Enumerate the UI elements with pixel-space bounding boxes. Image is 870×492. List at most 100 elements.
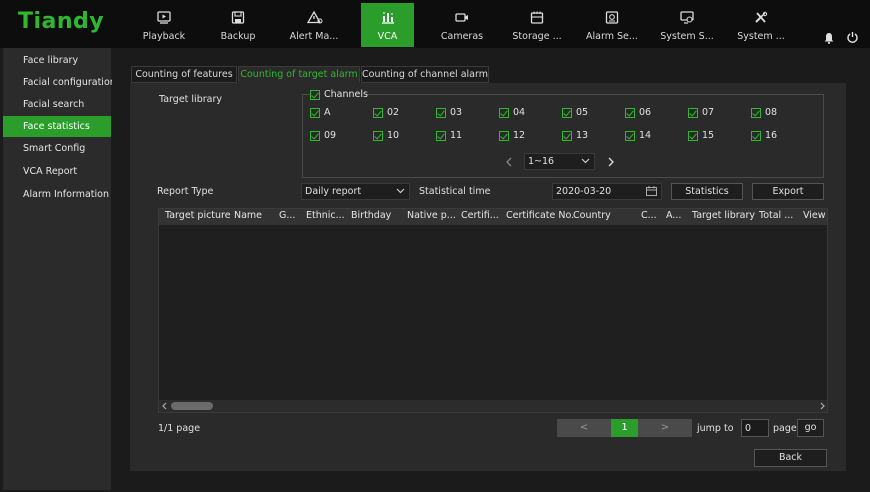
channel-checkbox[interactable] xyxy=(562,108,572,118)
power-icon[interactable] xyxy=(846,31,859,44)
channel-checkbox[interactable] xyxy=(310,108,320,118)
vca-chart-icon xyxy=(382,12,394,24)
channel-checkbox[interactable] xyxy=(562,131,572,141)
sidebar-item-vca-report[interactable]: VCA Report xyxy=(3,161,111,182)
channel-09-option[interactable]: 09 xyxy=(310,130,360,142)
horizontal-scrollbar[interactable] xyxy=(159,400,827,412)
channel-page-select[interactable]: 1~16 xyxy=(524,153,595,170)
channel-16-option[interactable]: 16 xyxy=(751,130,801,142)
channel-a-option[interactable]: A xyxy=(310,107,360,119)
column-header[interactable]: Name xyxy=(234,210,262,221)
column-header[interactable]: Native p... xyxy=(407,210,456,221)
channel-checkbox[interactable] xyxy=(625,108,635,118)
channel-02-option[interactable]: 02 xyxy=(373,107,423,119)
statistics-button[interactable]: Statistics xyxy=(671,183,743,200)
channel-page-next-icon[interactable] xyxy=(607,157,615,167)
channel-08-option[interactable]: 08 xyxy=(751,107,801,119)
tiandy-logo: Tiandy xyxy=(18,9,105,34)
nav-cameras[interactable]: Cameras xyxy=(425,3,499,47)
sidebar-item-facial-search[interactable]: Facial search xyxy=(3,94,111,115)
column-header[interactable]: Birthday xyxy=(351,210,391,221)
channel-checkbox[interactable] xyxy=(688,131,698,141)
channel-checkbox[interactable] xyxy=(688,108,698,118)
scroll-right-icon[interactable] xyxy=(819,402,826,410)
column-header[interactable]: Target library xyxy=(692,210,755,221)
prev-page-button[interactable]: < xyxy=(557,419,611,437)
channel-page-prev-icon[interactable] xyxy=(505,157,513,167)
nav-playback[interactable]: Playback xyxy=(127,3,201,47)
channel-checkbox[interactable] xyxy=(436,131,446,141)
go-button[interactable]: go xyxy=(797,419,824,437)
nav-system-maintenance[interactable]: System ... xyxy=(724,3,798,47)
export-button[interactable]: Export xyxy=(752,183,824,200)
channel-04-option[interactable]: 04 xyxy=(499,107,549,119)
channel-checkbox[interactable] xyxy=(310,131,320,141)
target-library-label: Target library xyxy=(159,94,222,105)
channel-13-option[interactable]: 13 xyxy=(562,130,612,142)
column-header[interactable]: G... xyxy=(279,210,295,221)
channel-14-option[interactable]: 14 xyxy=(625,130,675,142)
channel-15-option[interactable]: 15 xyxy=(688,130,738,142)
jump-page-input[interactable] xyxy=(741,419,769,437)
sidebar-item-face-library[interactable]: Face library xyxy=(3,50,111,71)
bell-icon[interactable] xyxy=(823,32,835,44)
channels-checkbox[interactable] xyxy=(310,90,320,100)
channel-11-option[interactable]: 11 xyxy=(436,130,486,142)
channel-checkbox[interactable] xyxy=(373,108,383,118)
next-page-button[interactable]: > xyxy=(638,419,692,437)
channel-checkbox[interactable] xyxy=(436,108,446,118)
sidebar-item-face-statistics[interactable]: Face statistics xyxy=(3,116,111,137)
column-header[interactable]: Country xyxy=(573,210,611,221)
nav-system-settings[interactable]: System S... xyxy=(650,3,724,47)
nav-alert-management[interactable]: Alert Ma... xyxy=(277,3,351,47)
camera-icon xyxy=(455,13,468,22)
nav-backup[interactable]: Backup xyxy=(201,3,275,47)
channel-07-option[interactable]: 07 xyxy=(688,107,738,119)
sidebar-item-smart-config[interactable]: Smart Config xyxy=(3,138,111,159)
column-header[interactable]: C... xyxy=(641,210,657,221)
channel-checkbox[interactable] xyxy=(373,131,383,141)
channel-03-option[interactable]: 03 xyxy=(436,107,486,119)
alert-icon xyxy=(307,11,323,24)
nav-alarm-settings[interactable]: Alarm Se... xyxy=(575,3,649,47)
channel-checkbox[interactable] xyxy=(499,131,509,141)
table-header: Target picture Name G... Ethnic... Birthday N… xyxy=(159,209,827,225)
column-header[interactable]: Total ... xyxy=(759,210,793,221)
alarm-settings-icon xyxy=(605,11,619,24)
column-header[interactable]: View xyxy=(803,210,826,221)
tab-counting-of-features[interactable]: Counting of features xyxy=(131,66,237,83)
column-header[interactable]: Target picture xyxy=(165,210,231,221)
nav-vca[interactable]: VCA xyxy=(361,3,414,47)
nav-storage[interactable]: Storage ... xyxy=(500,3,574,47)
page-info: 1/1 page xyxy=(158,423,201,434)
statistical-time-label: Statistical time xyxy=(419,186,491,197)
system-settings-icon xyxy=(680,11,694,24)
sidebar-item-alarm-information[interactable]: Alarm Information xyxy=(3,184,111,205)
column-header[interactable]: A... xyxy=(666,210,681,221)
column-header[interactable]: Certificate No. xyxy=(506,210,574,221)
column-header[interactable]: Certifi... xyxy=(461,210,499,221)
results-table: Target picture Name G... Ethnic... Birthday N… xyxy=(158,208,828,413)
tab-counting-of-target-alarm[interactable]: Counting of target alarm xyxy=(238,66,360,83)
channel-10-option[interactable]: 10 xyxy=(373,130,423,142)
page-number-1[interactable]: 1 xyxy=(611,419,638,437)
channel-checkbox[interactable] xyxy=(751,131,761,141)
channel-12-option[interactable]: 12 xyxy=(499,130,549,142)
scroll-left-icon[interactable] xyxy=(161,402,168,410)
playback-icon xyxy=(157,11,171,24)
tab-counting-of-channel-alarm[interactable]: Counting of channel alarm xyxy=(361,66,489,83)
channel-checkbox[interactable] xyxy=(751,108,761,118)
column-header[interactable]: Ethnic... xyxy=(306,210,345,221)
channel-06-option[interactable]: 06 xyxy=(625,107,675,119)
back-button[interactable]: Back xyxy=(754,449,827,467)
calendar-icon[interactable] xyxy=(646,186,657,196)
scrollbar-thumb[interactable] xyxy=(171,402,213,410)
channel-checkbox[interactable] xyxy=(625,131,635,141)
report-type-select[interactable]: Daily report xyxy=(301,183,410,200)
channels-select-all[interactable]: Channels xyxy=(310,89,368,101)
channel-05-option[interactable]: 05 xyxy=(562,107,612,119)
channel-checkbox[interactable] xyxy=(499,108,509,118)
date-picker[interactable]: 2020-03-20 xyxy=(552,183,662,200)
sidebar-item-facial-configuration[interactable]: Facial configuration xyxy=(3,72,116,93)
page-label: page xyxy=(773,423,797,434)
